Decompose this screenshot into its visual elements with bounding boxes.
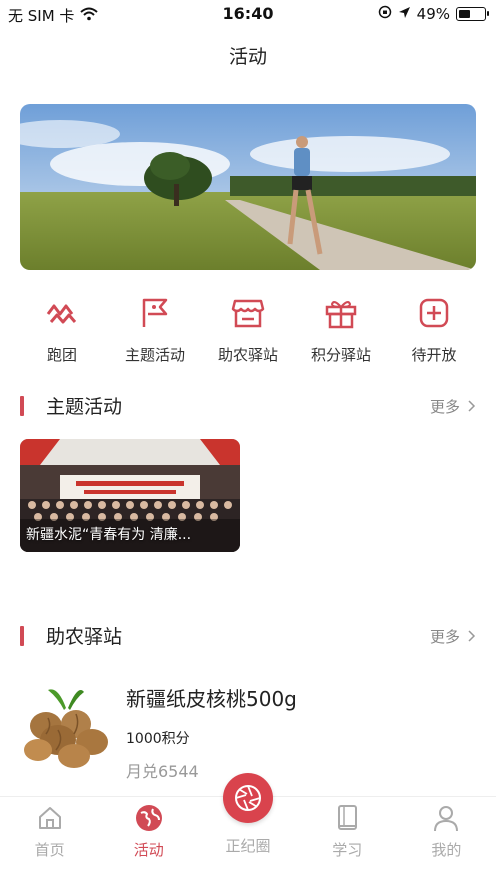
tab-activity[interactable]: 活动 bbox=[99, 797, 198, 882]
tab-label: 活动 bbox=[133, 841, 164, 859]
section-title: 主题活动 bbox=[46, 396, 123, 418]
section-accent-bar bbox=[20, 626, 24, 646]
product-monthly-sales: 月兑6544 bbox=[126, 762, 199, 781]
product-points: 1000积分 bbox=[126, 731, 190, 747]
banner-illustration bbox=[20, 104, 476, 270]
location-icon bbox=[398, 5, 411, 23]
quick-points-station[interactable]: 积分驿站 bbox=[295, 296, 387, 370]
quick-theme-activity[interactable]: 主题活动 bbox=[109, 296, 201, 370]
theme-activity-card[interactable]: 新疆水泥“青春有为 清廉... bbox=[20, 439, 240, 552]
tab-label: 首页 bbox=[34, 841, 65, 859]
quick-label: 待开放 bbox=[411, 346, 457, 364]
gift-icon bbox=[324, 296, 358, 330]
tab-study[interactable]: 学习 bbox=[298, 797, 397, 882]
globe-icon bbox=[134, 803, 164, 833]
tab-bar: 首页 活动 正纪圈 学习 我的 bbox=[0, 773, 496, 882]
quick-label: 助农驿站 bbox=[217, 346, 278, 364]
section-theme-activity: 主题活动 更多 bbox=[0, 392, 496, 420]
tab-circle[interactable]: 正纪圈 bbox=[198, 773, 297, 882]
tab-label: 学习 bbox=[332, 841, 363, 859]
battery-percent: 49% bbox=[416, 5, 450, 23]
section-farm-station: 助农驿站 更多 bbox=[0, 622, 496, 650]
more-label: 更多 bbox=[429, 628, 460, 646]
status-right: 49% bbox=[378, 5, 489, 23]
user-icon bbox=[431, 803, 461, 833]
status-bar: 无 SIM 卡 16:40 49% bbox=[0, 0, 496, 30]
page-title: 活动 bbox=[228, 46, 267, 68]
quick-actions: 跑团 主题活动 助农驿站 积分驿站 待开放 bbox=[16, 296, 480, 370]
battery-fill bbox=[459, 10, 470, 18]
battery-icon bbox=[456, 7, 489, 21]
quick-running-group[interactable]: 跑团 bbox=[16, 296, 108, 370]
quick-label: 跑团 bbox=[46, 346, 77, 364]
flag-icon bbox=[138, 296, 172, 330]
more-link[interactable]: 更多 bbox=[430, 396, 476, 417]
book-icon bbox=[332, 803, 362, 833]
tab-label: 我的 bbox=[431, 841, 462, 859]
aperture-icon bbox=[223, 773, 273, 823]
product-image bbox=[18, 680, 114, 776]
more-link[interactable]: 更多 bbox=[430, 626, 476, 647]
store-icon bbox=[231, 296, 265, 330]
quick-coming-soon[interactable]: 待开放 bbox=[388, 296, 480, 370]
home-icon bbox=[35, 803, 65, 833]
tab-label: 正纪圈 bbox=[225, 837, 271, 855]
product-item[interactable]: 新疆纸皮核桃500g 1000积分 月兑6544 bbox=[0, 676, 496, 786]
activity-caption: 新疆水泥“青春有为 清廉... bbox=[26, 527, 192, 543]
tab-mine[interactable]: 我的 bbox=[397, 797, 496, 882]
quick-farm-station[interactable]: 助农驿站 bbox=[202, 296, 294, 370]
chevron-right-icon bbox=[468, 628, 476, 646]
quick-label: 积分驿站 bbox=[310, 346, 371, 364]
tab-home[interactable]: 首页 bbox=[0, 797, 99, 882]
orientation-lock-icon bbox=[378, 5, 392, 23]
section-title: 助农驿站 bbox=[46, 626, 123, 648]
product-name: 新疆纸皮核桃500g bbox=[126, 687, 297, 711]
running-group-icon bbox=[45, 296, 79, 330]
chevron-right-icon bbox=[468, 398, 476, 416]
more-label: 更多 bbox=[429, 398, 460, 416]
section-accent-bar bbox=[20, 396, 24, 416]
plus-square-icon bbox=[417, 296, 451, 330]
banner-image[interactable] bbox=[20, 104, 476, 270]
quick-label: 主题活动 bbox=[124, 346, 185, 364]
